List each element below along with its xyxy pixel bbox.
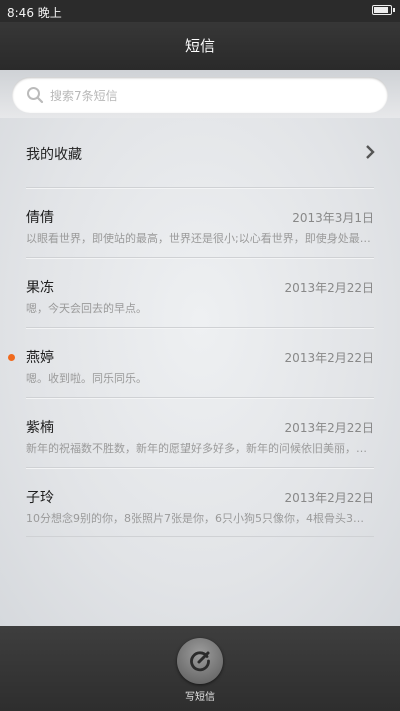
message-snippet: 嗯。收到啦。同乐同乐。 [26, 372, 147, 385]
conversation-list: 我的收藏 倩倩 2013年3月1日 以眼看世界，即使站的最高，世界还是很小;以心… [0, 118, 400, 626]
contact-name: 果冻 [26, 280, 54, 296]
bottom-bar: 写短信 [0, 626, 400, 711]
divider [26, 327, 374, 328]
divider [26, 187, 374, 188]
compose-icon [190, 651, 210, 672]
message-date: 2013年2月22日 [284, 281, 374, 295]
divider [26, 467, 374, 468]
message-snippet: 新年的祝福数不胜数，新年的愿望好多好多，新年的问候依旧美丽，新年快乐！ [26, 442, 374, 455]
message-date: 2013年2月22日 [284, 491, 374, 505]
conversation-row[interactable]: 果冻 2013年2月22日 嗯，今天会回去的早点。 [0, 257, 400, 327]
message-snippet: 以眼看世界，即使站的最高，世界还是很小;以心看世界，即使身处最低，世界也会很大。 [26, 232, 374, 245]
message-snippet: 嗯，今天会回去的早点。 [26, 302, 147, 315]
compose-label: 写短信 [185, 692, 215, 703]
compose-button[interactable] [177, 638, 223, 684]
search-input[interactable] [48, 77, 372, 115]
divider [26, 397, 374, 398]
title-bar: 短信 [0, 22, 400, 70]
page-title: 短信 [184, 37, 215, 55]
search-box[interactable] [12, 77, 388, 115]
contact-name: 燕婷 [26, 350, 54, 366]
contact-name: 子玲 [26, 490, 54, 506]
favorites-label: 我的收藏 [26, 147, 82, 163]
divider [26, 536, 374, 537]
unread-dot [8, 354, 15, 361]
conversation-row[interactable]: 倩倩 2013年3月1日 以眼看世界，即使站的最高，世界还是很小;以心看世界，即… [0, 187, 400, 257]
search-area [0, 70, 400, 118]
conversation-row[interactable]: 子玲 2013年2月22日 10分想念9别的你，8张照片7张是你，6只小狗5只像… [0, 467, 400, 537]
message-date: 2013年2月22日 [284, 421, 374, 435]
chevron-right-icon [366, 145, 375, 159]
message-date: 2013年2月22日 [284, 351, 374, 365]
status-time: 8:46 晚上 [7, 6, 62, 20]
search-icon [27, 87, 44, 104]
contact-name: 紫楠 [26, 420, 54, 436]
battery-icon [372, 5, 395, 15]
message-date: 2013年3月1日 [292, 211, 374, 225]
contact-name: 倩倩 [26, 210, 54, 226]
conversation-row[interactable]: 燕婷 2013年2月22日 嗯。收到啦。同乐同乐。 [0, 327, 400, 397]
message-snippet: 10分想念9别的你，8张照片7张是你，6只小狗5只像你，4根骨头3根给你。 [26, 512, 374, 525]
status-bar: 8:46 晚上 [0, 0, 400, 22]
conversation-row[interactable]: 紫楠 2013年2月22日 新年的祝福数不胜数，新年的愿望好多好多，新年的问候依… [0, 397, 400, 467]
divider [26, 257, 374, 258]
favorites-row[interactable]: 我的收藏 [0, 118, 400, 187]
